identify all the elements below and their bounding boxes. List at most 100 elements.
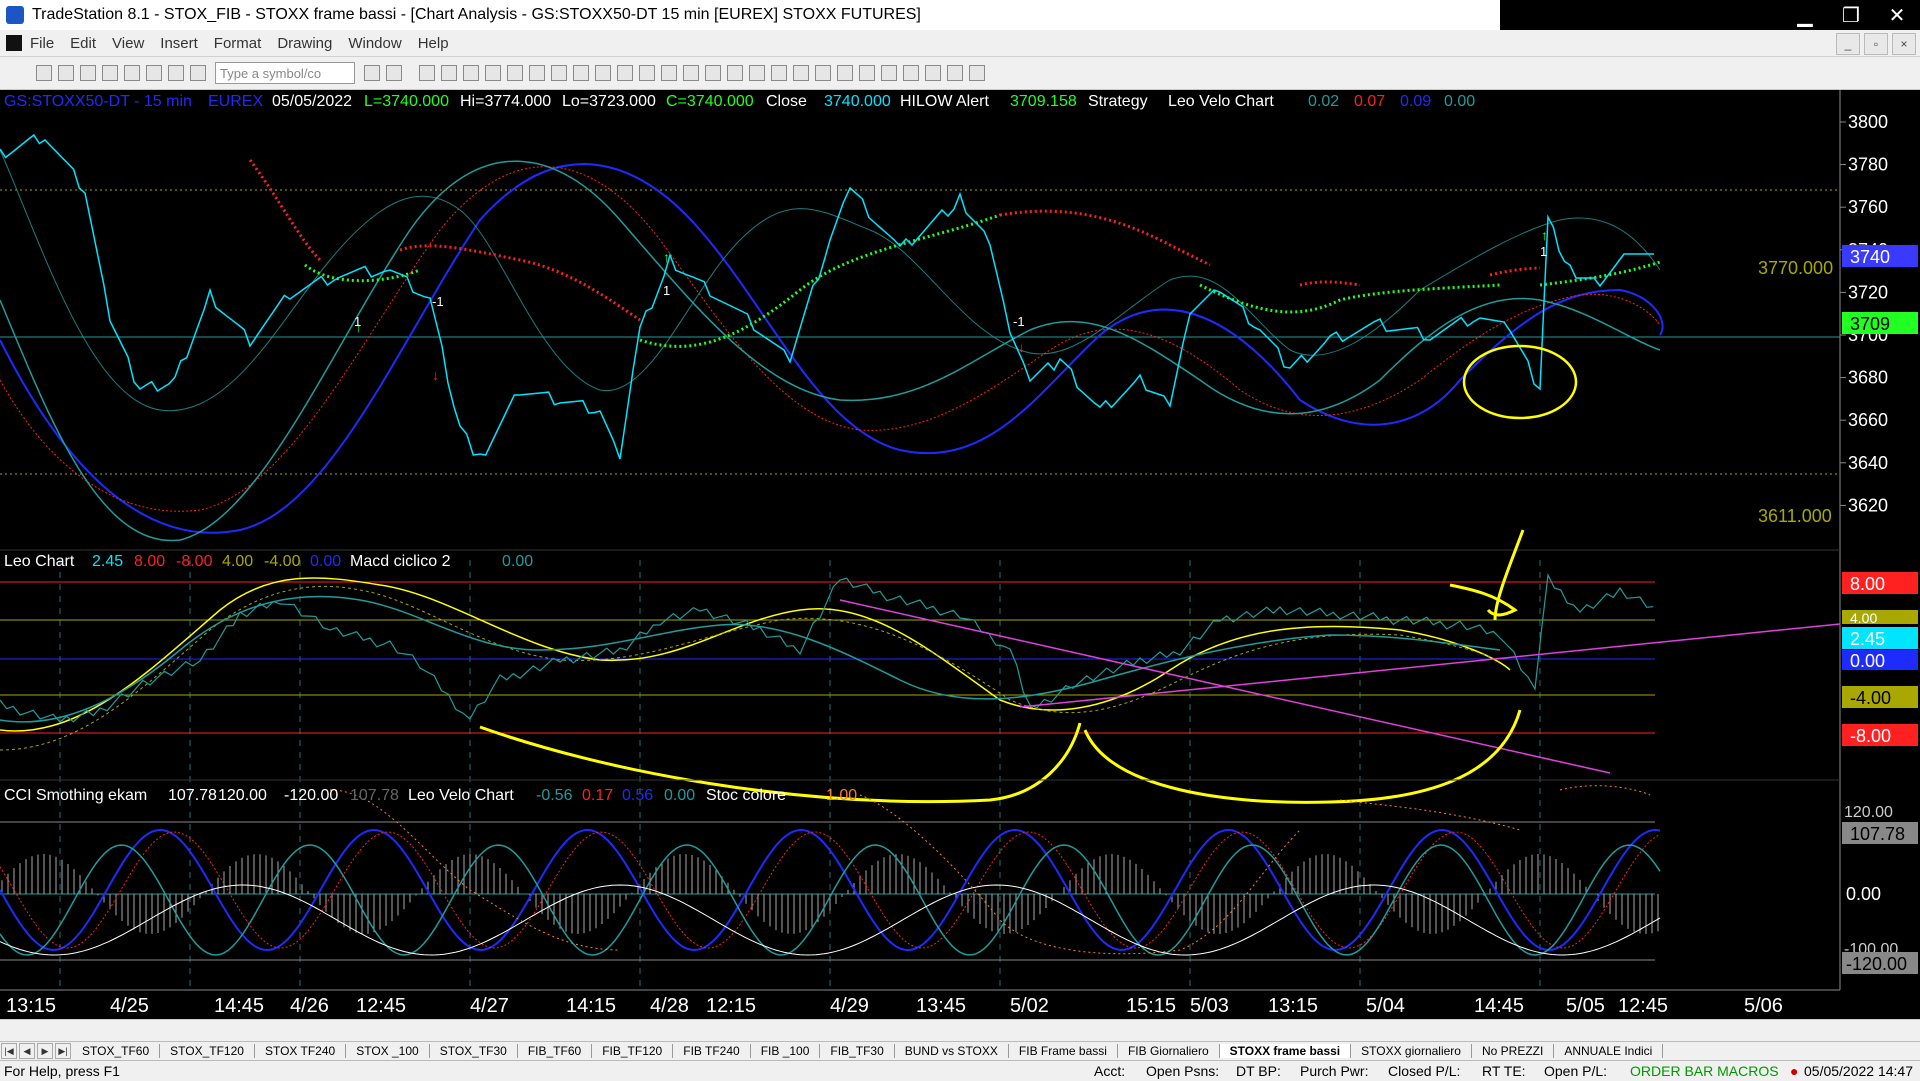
price-panel[interactable]: ↑ 1 -1 ↓ ↑ 1 -1 ↓ ↑ 1 3770.000 3611.000: [0, 133, 1840, 542]
mdi-close-button[interactable]: ×: [1892, 33, 1916, 55]
arrow-label: -1: [1013, 314, 1025, 329]
menu-help[interactable]: Help: [418, 35, 449, 52]
text-icon[interactable]: [969, 65, 985, 81]
time-axis-label: 5/05: [1566, 995, 1605, 1017]
tab-fib-tf120[interactable]: FIB_TF120: [592, 1044, 674, 1058]
strategy-icon[interactable]: [573, 65, 589, 81]
annotation-curve[interactable]: [1083, 709, 1522, 804]
tab-fib-frame-bassi[interactable]: FIB Frame bassi: [1009, 1044, 1118, 1058]
tab-fib-tf240[interactable]: FIB TF240: [673, 1044, 751, 1058]
tab-stox-tf30[interactable]: STOX_TF30: [430, 1044, 518, 1058]
go-icon[interactable]: [364, 65, 380, 81]
tab-fib-100[interactable]: FIB _100: [751, 1044, 821, 1058]
open-icon[interactable]: [58, 65, 74, 81]
tools-icon[interactable]: [749, 65, 765, 81]
tab-stox-100[interactable]: STOX _100: [346, 1044, 430, 1058]
print-preview-icon[interactable]: [146, 65, 162, 81]
restore-button[interactable]: ❐: [1828, 0, 1874, 30]
status-acct: Acct:: [1094, 1063, 1126, 1079]
annotation-arrow[interactable]: [1449, 529, 1525, 621]
rectangle-icon[interactable]: [947, 65, 963, 81]
menu-format[interactable]: Format: [214, 35, 262, 52]
chart-canvas[interactable]: ↑ 1 -1 ↓ ↑ 1 -1 ↓ ↑ 1 3770.000 3611.000 …: [0, 90, 1920, 1018]
close-button[interactable]: ✕: [1874, 0, 1920, 30]
price-axis-label: 3760: [1848, 197, 1888, 217]
mdi-restore-button[interactable]: ▫: [1864, 33, 1888, 55]
time-axis[interactable]: 13:15 4/25 14:45 4/26 12:45 4/27 14:15 4/28 12:1…: [6, 995, 1783, 1017]
horizontal-line-icon[interactable]: [793, 65, 809, 81]
price-axis-label: 3720: [1848, 282, 1888, 302]
annotation-circle[interactable]: [1462, 344, 1578, 420]
apps-icon[interactable]: [190, 65, 206, 81]
arrow-down-icon[interactable]: [903, 65, 919, 81]
candlestick-icon[interactable]: [617, 65, 633, 81]
tab-stox-tf60[interactable]: STOX_TF60: [72, 1044, 161, 1058]
macd-panel[interactable]: Leo Chart 2.45 8.00 -8.00 4.00 -4.00 0.0…: [0, 529, 1918, 804]
minimize-button[interactable]: ▁: [1782, 0, 1828, 30]
tab-bund-vs-stoxx[interactable]: BUND vs STOXX: [895, 1044, 1009, 1058]
menu-window[interactable]: Window: [348, 35, 401, 52]
cci-leo-velo-title: Leo Velo Chart: [408, 787, 514, 804]
tab-next-icon[interactable]: ▶: [37, 1043, 53, 1059]
save-icon[interactable]: [80, 65, 96, 81]
red-average-line: [0, 166, 1661, 512]
news-icon[interactable]: [507, 65, 523, 81]
mdi-minimize-button[interactable]: _: [1836, 33, 1860, 55]
price-axis-label: 3620: [1848, 495, 1888, 515]
horizontal-scrollbar[interactable]: [0, 1019, 1920, 1041]
tab-fib-tf30[interactable]: FIB_TF30: [820, 1044, 895, 1058]
header-symbol: GS:STOXX50-DT - 15 min: [4, 93, 192, 110]
tab-stoxx-giornaliero[interactable]: STOXX giornaliero: [1351, 1044, 1472, 1058]
status-macros[interactable]: ORDER BAR MACROS: [1630, 1063, 1790, 1079]
menu-insert[interactable]: Insert: [160, 35, 198, 52]
tab-first-icon[interactable]: |◀: [1, 1043, 17, 1059]
menu-file[interactable]: File: [30, 35, 54, 52]
ellipse-icon[interactable]: [925, 65, 941, 81]
workspace-icon[interactable]: [168, 65, 184, 81]
chart-analysis-window[interactable]: ↑ 1 -1 ↓ ↑ 1 -1 ↓ ↑ 1 3770.000 3611.000 …: [0, 90, 1920, 1018]
trendline-icon[interactable]: [771, 65, 787, 81]
macd-panel-title: Leo Chart: [4, 553, 75, 570]
fibonacci-icon[interactable]: [815, 65, 831, 81]
cci-panel[interactable]: CCI Smothing ekam 107.78 120.00 -120.00 …: [0, 785, 1918, 974]
tab-stoxx-frame-bassi[interactable]: STOXX frame bassi: [1219, 1044, 1352, 1058]
toolbar: Type a symbol/co: [0, 57, 1920, 90]
matrix-icon[interactable]: [463, 65, 479, 81]
chart-icon[interactable]: [419, 65, 435, 81]
cci-value-tag-label: 107.78: [1850, 824, 1905, 844]
arrow-up-icon[interactable]: [881, 65, 897, 81]
print-icon[interactable]: [124, 65, 140, 81]
menu-edit[interactable]: Edit: [70, 35, 96, 52]
line-chart-icon[interactable]: [639, 65, 655, 81]
tab-no-prezzi[interactable]: No PREZZI: [1472, 1044, 1555, 1058]
cci-panel-title: CCI Smothing ekam: [4, 787, 147, 804]
symbol-lookup-icon[interactable]: [386, 65, 402, 81]
macd-line: [0, 572, 1654, 723]
tab-stox-tf240[interactable]: STOX TF240: [255, 1044, 347, 1058]
pointer-icon[interactable]: [705, 65, 721, 81]
cci-tag-120: 120.00: [1844, 804, 1893, 821]
tab-fib-tf60[interactable]: FIB_TF60: [518, 1044, 593, 1058]
link-icon[interactable]: [529, 65, 545, 81]
scanner-icon[interactable]: [485, 65, 501, 81]
bar-chart-icon[interactable]: [595, 65, 611, 81]
indicator-icon[interactable]: [551, 65, 567, 81]
crosshair-icon[interactable]: [727, 65, 743, 81]
gann-fan-icon[interactable]: [859, 65, 875, 81]
tab-fib-giornaliero[interactable]: FIB Giornaliero: [1118, 1044, 1220, 1058]
channel-icon[interactable]: [837, 65, 853, 81]
hilow-green-dots: [1199, 283, 1501, 314]
radar-icon[interactable]: [441, 65, 457, 81]
menu-drawing[interactable]: Drawing: [277, 35, 332, 52]
new-icon[interactable]: [36, 65, 52, 81]
zoom-out-icon[interactable]: [683, 65, 699, 81]
zoom-in-icon[interactable]: [661, 65, 677, 81]
tab-last-icon[interactable]: ▶|: [55, 1043, 71, 1059]
menu-view[interactable]: View: [112, 35, 144, 52]
tab-annuale-indici[interactable]: ANNUALE Indici: [1554, 1044, 1664, 1058]
save-all-icon[interactable]: [102, 65, 118, 81]
symbol-input[interactable]: Type a symbol/co: [215, 62, 355, 84]
header-value-4: 0.00: [1444, 93, 1475, 110]
tab-stox-tf120[interactable]: STOX_TF120: [160, 1044, 255, 1058]
tab-prev-icon[interactable]: ◀: [19, 1043, 35, 1059]
